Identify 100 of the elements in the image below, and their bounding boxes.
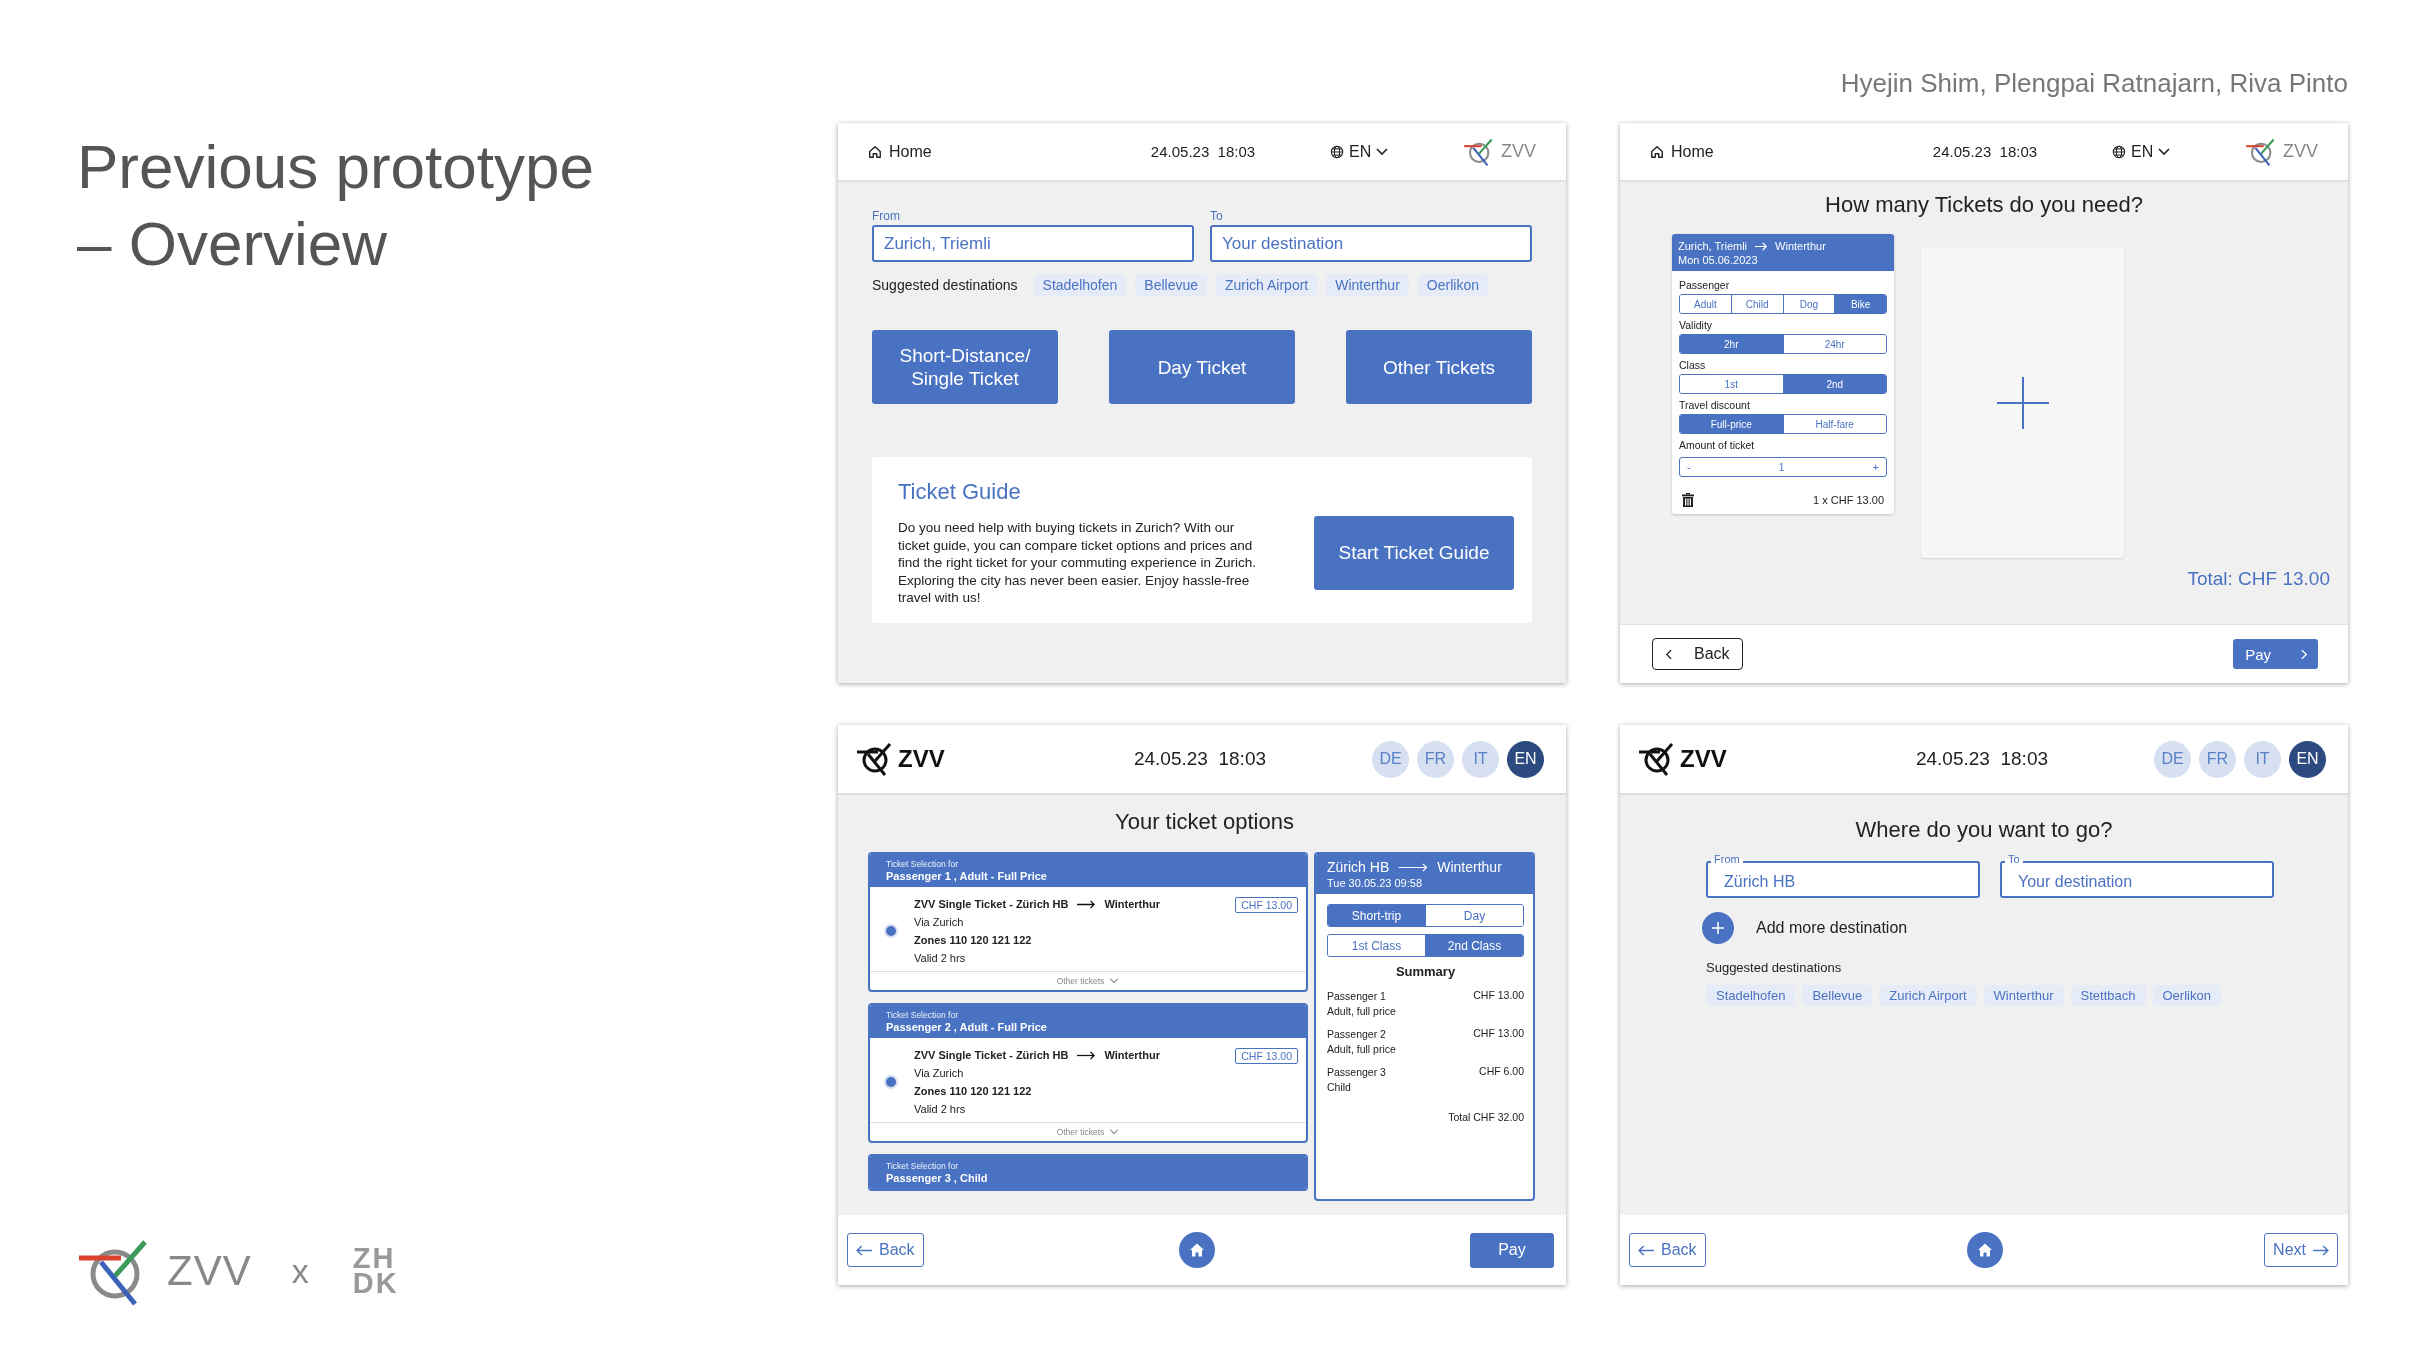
destination-chip[interactable]: Oerlikon <box>1417 274 1488 296</box>
language-button[interactable]: DE <box>1372 740 1409 778</box>
language-selector[interactable]: EN <box>2112 142 2171 161</box>
destination-chip[interactable]: Bellevue <box>1802 985 1873 1006</box>
pay-button[interactable]: Pay <box>1470 1232 1554 1268</box>
destination-chip[interactable]: Winterthur <box>1326 274 1409 296</box>
pay-button[interactable]: Pay <box>2233 639 2318 669</box>
route-from: Zurich, Triemli <box>1678 239 1748 253</box>
summary-title: Summary <box>1394 964 1457 979</box>
suggestions-label: Suggested destinations <box>872 277 1018 293</box>
passenger-name: Passenger 3 , Child <box>886 1172 989 1184</box>
ticket-name: ZVV Single Ticket - Zürich HB <box>914 1048 1069 1063</box>
segment-button[interactable]: 2nd <box>1782 375 1886 393</box>
home-button[interactable] <box>1966 1232 2003 1268</box>
logo-text: ZVV <box>167 1247 252 1295</box>
language-button[interactable]: IT <box>2244 740 2281 778</box>
increase-button[interactable]: + <box>1869 461 1882 473</box>
arrow-left-icon <box>856 1244 873 1256</box>
passenger-label: Passenger 3 <box>1327 1065 1386 1080</box>
chevron-left-icon <box>1665 648 1672 660</box>
ticket-name: ZVV Single Ticket - Zürich HB <box>914 897 1069 912</box>
price-tag: CHF 13.00 <box>1235 897 1298 913</box>
destination-chip[interactable]: Stettbach <box>2070 985 2146 1006</box>
language-button[interactable]: IT <box>1462 740 1499 778</box>
segment-button[interactable]: Half-fare <box>1782 415 1886 433</box>
ticket-type-button[interactable]: Short-Distance/ Single Ticket <box>872 330 1058 404</box>
other-tickets-toggle[interactable]: Other tickets <box>870 971 1306 990</box>
home-link[interactable]: Home <box>1650 142 1900 161</box>
language-button[interactable]: EN <box>1507 740 1544 778</box>
ticket-zones: Zones 110 120 121 122 <box>914 1084 1033 1099</box>
other-tickets-toggle[interactable]: Other tickets <box>870 1122 1306 1141</box>
language-selector[interactable]: EN <box>1330 142 1389 161</box>
destination-chip[interactable]: Winterthur <box>1983 985 2064 1006</box>
segment-button[interactable]: Day <box>1425 905 1523 926</box>
arrow-right-icon <box>1076 1050 1097 1060</box>
radio-button[interactable] <box>884 924 898 938</box>
segment-button[interactable]: Bike <box>1834 295 1886 313</box>
destination-chip[interactable]: Stadelhofen <box>1706 985 1796 1006</box>
passenger-name: Passenger 1 , Adult - Full Price <box>886 870 1048 882</box>
destination-chip[interactable]: Bellevue <box>1135 274 1207 296</box>
line-price: CHF 13.00 <box>1473 989 1524 1001</box>
back-button[interactable]: Back <box>847 1233 924 1267</box>
back-button[interactable]: Back <box>1652 638 1743 670</box>
chevron-down-icon <box>1109 1129 1120 1135</box>
language-button[interactable]: FR <box>1417 740 1454 778</box>
add-destination-label: Add more destination <box>1756 919 1908 937</box>
destination-chip[interactable]: Zurich Airport <box>1879 985 1977 1006</box>
chevron-down-icon <box>2158 147 2171 156</box>
plus-icon <box>1712 922 1724 934</box>
back-button[interactable]: Back <box>1629 1233 1706 1267</box>
ticket-type-button[interactable]: Other Tickets <box>1346 330 1532 404</box>
destination-chip[interactable]: Stadelhofen <box>1033 274 1127 296</box>
destination-chip[interactable]: Zurich Airport <box>1216 274 1318 296</box>
chevron-down-icon <box>1376 147 1389 156</box>
decrease-button[interactable]: - <box>1684 461 1694 473</box>
language-button[interactable]: FR <box>2199 740 2236 778</box>
home-icon <box>868 144 882 159</box>
logo-text: ZVV <box>2283 141 2318 162</box>
start-guide-button[interactable]: Start Ticket Guide <box>1314 515 1514 590</box>
line-price: CHF 6.00 <box>1479 1065 1524 1077</box>
ticket-type-button[interactable]: Day Ticket <box>1109 330 1295 404</box>
date-time: 24.05.23 18:03 <box>1149 143 1257 160</box>
input-field[interactable]: Zurich, Triemli <box>872 225 1194 262</box>
input-field[interactable]: Your destination <box>1210 225 1532 262</box>
globe-icon <box>1330 144 1344 159</box>
ticket-via: Via Zurich <box>914 1066 965 1081</box>
add-button[interactable] <box>1702 912 1734 944</box>
route-to: Winterthur <box>1437 859 1502 875</box>
trash-icon[interactable] <box>1682 493 1694 507</box>
field-label: From <box>872 209 901 223</box>
segment-button[interactable]: 2hr <box>1680 335 1783 353</box>
separator-text: x <box>291 1251 309 1291</box>
total-price: Total CHF 32.00 <box>1447 1111 1524 1123</box>
option-label: Class <box>1679 359 1707 371</box>
home-button[interactable] <box>1178 1232 1215 1268</box>
home-link[interactable]: Home <box>868 142 1118 161</box>
chevron-down-icon <box>1109 978 1120 984</box>
option-label: Passenger <box>1679 279 1731 291</box>
date-time: 24.05.23 18:03 <box>1915 748 2049 770</box>
ticket-destination: Winterthur <box>1104 1048 1160 1063</box>
radio-button[interactable] <box>884 1075 898 1089</box>
language-button[interactable]: DE <box>2154 740 2191 778</box>
passenger-label: Passenger 2 <box>1327 1027 1387 1042</box>
passenger-detail: Adult, full price <box>1327 1004 1396 1019</box>
plus-icon <box>1996 377 2049 429</box>
segment-button[interactable]: 2nd Class <box>1425 935 1523 956</box>
ticket-validity: Valid 2 hrs <box>914 951 967 966</box>
segment-button[interactable]: Short-trip <box>1328 905 1425 926</box>
arrow-right-icon <box>2312 1244 2329 1256</box>
card-caption: Ticket Selection for <box>886 859 959 869</box>
arrow-left-icon <box>1638 1244 1655 1256</box>
language-button[interactable]: EN <box>2289 740 2326 778</box>
ticket-price: 1 x CHF 13.00 <box>1813 494 1884 506</box>
globe-icon <box>2112 144 2126 159</box>
segment-button[interactable]: 24hr <box>1782 335 1886 353</box>
next-button[interactable]: Next <box>2264 1233 2338 1267</box>
destination-chip[interactable]: Oerlikon <box>2152 985 2221 1006</box>
segment-button[interactable]: Full-price <box>1680 415 1783 433</box>
ticket-validity: Valid 2 hrs <box>914 1102 967 1117</box>
date-time: 24.05.23 18:03 <box>1133 748 1267 770</box>
